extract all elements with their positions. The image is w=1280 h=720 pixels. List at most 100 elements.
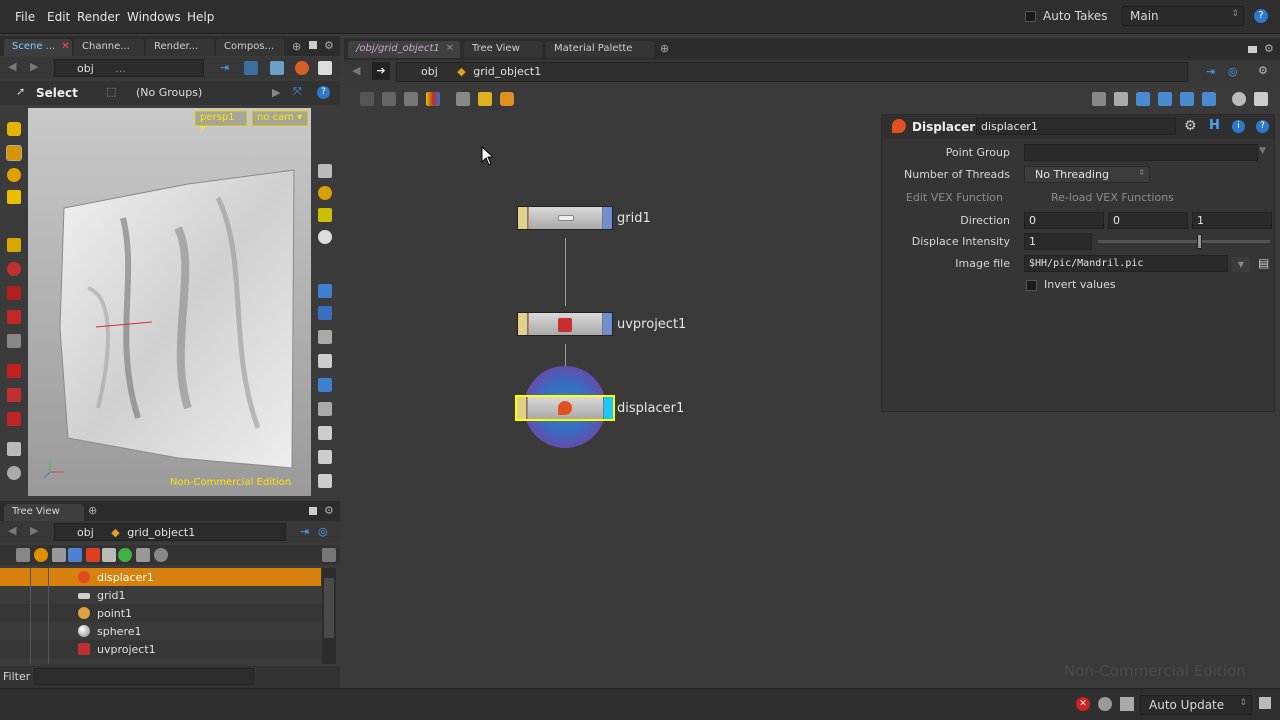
intensity-slider-handle[interactable] xyxy=(1196,234,1202,249)
grid-display-icon[interactable] xyxy=(318,354,332,368)
chevron-down-icon[interactable]: ▼ xyxy=(1232,257,1250,272)
back-arrow-icon[interactable]: ◀ xyxy=(8,524,16,537)
update-mode-select[interactable]: Auto Update ⇕ xyxy=(1140,695,1252,715)
cam-menu[interactable]: no cam ▾ xyxy=(252,111,308,126)
zoom-fit-icon[interactable] xyxy=(1254,92,1268,106)
threads-select[interactable]: No Threading ⇕ xyxy=(1024,166,1150,183)
handle-icon[interactable]: ⤧ xyxy=(293,85,302,99)
invert-values-checkbox[interactable] xyxy=(1026,280,1037,291)
filter-input[interactable] xyxy=(34,668,254,685)
maximize-icon[interactable] xyxy=(1248,46,1257,53)
points-icon[interactable] xyxy=(318,284,332,298)
network-options-icon[interactable]: ⚙ xyxy=(1258,64,1268,77)
display-flag[interactable] xyxy=(602,207,612,229)
handle-tool-icon[interactable] xyxy=(7,190,21,204)
pin-icon[interactable]: ⇥ xyxy=(220,61,234,75)
move-tool-icon[interactable] xyxy=(7,168,21,182)
tree-options-icon[interactable] xyxy=(322,548,336,562)
color-palette-icon[interactable] xyxy=(426,92,440,106)
panel-menu-icon[interactable]: ⚙ xyxy=(324,39,334,52)
tab-tree-view[interactable]: Tree View xyxy=(4,504,84,521)
camera-view-icon[interactable] xyxy=(318,330,332,344)
camera-tool-icon[interactable] xyxy=(7,442,21,456)
paint-tool-icon[interactable] xyxy=(7,364,21,378)
vis-icon[interactable] xyxy=(318,474,332,488)
direction-x-field[interactable]: 0 xyxy=(1024,212,1104,229)
camera-menu[interactable]: persp1 ▾ xyxy=(195,111,247,134)
network-path-field[interactable]: obj ◆ grid_object1 xyxy=(396,62,1188,82)
intensity-field[interactable]: 1 xyxy=(1024,233,1092,250)
grid-icon[interactable] xyxy=(1202,92,1216,106)
misc-filter-icon[interactable] xyxy=(154,548,168,562)
tab-channel[interactable]: Channe... xyxy=(74,39,144,56)
gear-icon[interactable]: ⚙ xyxy=(1184,118,1197,134)
forward-arrow-icon[interactable]: ▶ xyxy=(30,524,38,537)
close-icon[interactable]: ✕ xyxy=(61,41,69,52)
menu-help[interactable]: Help xyxy=(187,10,214,24)
direction-z-field[interactable]: 1 xyxy=(1192,212,1272,229)
display-flag[interactable] xyxy=(602,313,612,335)
search-icon[interactable] xyxy=(1232,92,1246,106)
select-arrow-icon[interactable]: ➚ xyxy=(16,85,25,98)
distribute-icon[interactable] xyxy=(1114,92,1128,106)
layout-icon[interactable] xyxy=(318,61,332,75)
list-mode-icon[interactable] xyxy=(360,92,374,106)
network-box-icon[interactable] xyxy=(500,92,514,106)
ghost-icon[interactable] xyxy=(318,208,332,222)
normals-icon[interactable] xyxy=(318,306,332,320)
performance-icon[interactable] xyxy=(1120,697,1134,711)
shader-filter-icon[interactable] xyxy=(136,548,150,562)
info-icon[interactable]: i xyxy=(1232,120,1245,133)
sticky-note-icon[interactable] xyxy=(478,92,492,106)
panel-menu-icon[interactable]: ⚙ xyxy=(1264,42,1274,55)
align-icon[interactable] xyxy=(1092,92,1106,106)
file-browse-icon[interactable]: ▤ xyxy=(1258,256,1269,270)
help-icon[interactable]: ? xyxy=(317,86,330,99)
display-options-icon[interactable] xyxy=(318,164,332,178)
bone-tool-icon[interactable] xyxy=(7,262,21,276)
tab-render[interactable]: Render... xyxy=(146,39,214,56)
back-arrow-icon[interactable]: ◀ xyxy=(352,64,360,77)
tree-layout-icon[interactable] xyxy=(1136,92,1150,106)
link-icon[interactable]: ◎ xyxy=(318,525,328,538)
tab-composite[interactable]: Compos... xyxy=(216,39,284,56)
scene-path-field[interactable]: obj ... xyxy=(54,59,204,77)
point-group-field[interactable] xyxy=(1024,144,1258,161)
wireframe-icon[interactable] xyxy=(318,426,332,440)
pin-tool-icon[interactable] xyxy=(7,310,21,324)
geometry-filter-icon[interactable] xyxy=(52,548,66,562)
pin-icon[interactable]: ⇥ xyxy=(1206,65,1215,78)
light-tool-icon[interactable] xyxy=(7,466,21,480)
measure-tool-icon[interactable] xyxy=(7,334,21,348)
layout-nodes-icon[interactable] xyxy=(404,92,418,106)
node-displacer1[interactable] xyxy=(515,395,615,421)
add-tab-icon[interactable]: ⊕ xyxy=(660,42,669,55)
tab-scene[interactable]: Scene ... ✕ xyxy=(4,39,72,56)
reload-vex-button[interactable]: Re-load VEX Functions xyxy=(1051,191,1174,204)
snap-display-icon[interactable] xyxy=(318,378,332,392)
messages-icon[interactable] xyxy=(1098,697,1112,711)
groups-field[interactable]: (No Groups) xyxy=(136,86,202,99)
forward-arrow-icon[interactable]: ▶ xyxy=(30,60,38,73)
houdini-help-icon[interactable]: H xyxy=(1209,118,1220,133)
select-tool-icon[interactable] xyxy=(6,145,22,161)
snap-tool-icon[interactable] xyxy=(7,286,21,300)
object-filter-icon[interactable] xyxy=(34,548,48,562)
bypass-flag[interactable] xyxy=(518,313,528,335)
back-arrow-icon[interactable]: ◀ xyxy=(8,60,16,73)
snapshot-icon[interactable] xyxy=(270,61,284,75)
pose-tool-icon[interactable] xyxy=(7,238,21,252)
view-tool-icon[interactable] xyxy=(7,122,21,136)
play-icon[interactable]: ▶ xyxy=(272,86,280,99)
close-icon[interactable]: ✕ xyxy=(446,43,454,54)
direction-y-field[interactable]: 0 xyxy=(1108,212,1188,229)
light-filter-icon[interactable] xyxy=(68,548,82,562)
layout-view-icon[interactable] xyxy=(318,450,332,464)
template-icon[interactable] xyxy=(318,402,332,416)
bone-filter-icon[interactable] xyxy=(102,548,116,562)
link-icon[interactable] xyxy=(244,61,258,75)
sculpt-tool-icon[interactable] xyxy=(7,388,21,402)
chevron-down-icon[interactable]: ▼ xyxy=(1259,146,1266,156)
scrollbar-thumb[interactable] xyxy=(324,578,334,638)
bypass-flag[interactable] xyxy=(518,207,528,229)
